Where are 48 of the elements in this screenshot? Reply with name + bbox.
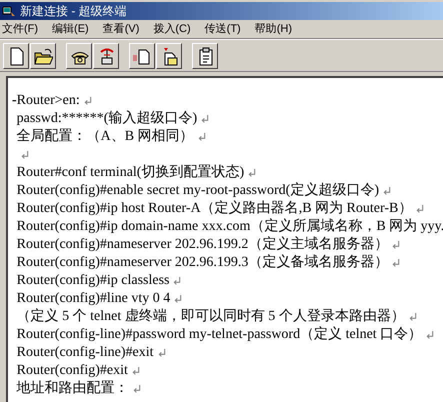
terminal-line: Router(config)#enable secret my-root-password(定义超级口令) <box>16 182 380 200</box>
menu-item[interactable]: 传送(T) <box>204 20 241 38</box>
terminal-line: Router#conf terminal(切换到配置状态) <box>16 164 244 182</box>
menu-item[interactable]: 文件(F) <box>2 20 38 38</box>
telephone-hangup-button[interactable] <box>93 42 119 68</box>
menu-item[interactable]: 查看(V) <box>102 20 140 38</box>
paragraph-mark-icon <box>392 259 400 267</box>
terminal-line: Router(config-line)#password my-telnet-password（定义 telnet 口令） <box>16 326 422 344</box>
telephone-button[interactable] <box>66 42 92 68</box>
paragraph-mark-icon <box>198 133 206 141</box>
terminal-line: （定义 5 个 telnet 虚终端，即可以同时有 5 个人登录本路由器） <box>16 308 405 326</box>
paragraph-mark-icon <box>392 241 400 249</box>
terminal-app-icon <box>2 4 16 18</box>
clipboard-button[interactable] <box>192 42 218 68</box>
receive-file-button[interactable] <box>156 42 182 68</box>
paragraph-mark-icon <box>383 187 392 195</box>
paragraph-mark-icon <box>158 349 166 357</box>
paragraph-mark-icon <box>174 295 182 303</box>
terminal-line: 全局配置：（A、B 网相同） <box>16 128 194 146</box>
open-folder-button[interactable] <box>30 42 56 68</box>
terminal-line: Router(config)#ip host Router-A（定义路由器名,B 网为 Router-B） <box>16 200 412 218</box>
paragraph-mark-icon <box>20 151 29 159</box>
send-file-button[interactable] <box>129 42 155 68</box>
paragraph-mark-icon <box>173 277 182 285</box>
terminal-line: Router(config)#exit <box>16 362 128 380</box>
terminal-line: Router(config)#ip classless <box>16 272 170 290</box>
terminal-line: 地址和路由配置： <box>16 380 129 398</box>
menu-item[interactable]: 编辑(E) <box>52 20 89 38</box>
terminal-line: Router(config)#nameserver 202.96.199.3（定义备域名服务器） <box>16 254 388 272</box>
terminal-line: Router>en: <box>16 92 80 110</box>
new-document-button[interactable] <box>3 42 29 68</box>
paragraph-mark-icon <box>416 205 424 213</box>
terminal-line: Router(config)#line vty 0 4 <box>16 290 170 308</box>
terminal-line: Router(config)#nameserver 202.96.199.2（定义主域名服务器） <box>16 236 388 254</box>
paragraph-mark-icon <box>248 169 256 177</box>
terminal-cursor: - <box>12 92 17 110</box>
paragraph-mark-icon <box>132 385 141 393</box>
paragraph-mark-icon <box>201 115 210 123</box>
terminal-line: Router(config)#ip domain-name xxx.com（定义所属域名称，B 网为 yyy. <box>16 218 443 236</box>
paragraph-mark-icon <box>408 313 417 321</box>
terminal-line: Router(config-line)#exit <box>16 344 154 362</box>
menu-item[interactable]: 帮助(H) <box>254 20 292 38</box>
terminal-line: passwd:******(输入超级口令) <box>16 110 198 128</box>
paragraph-mark-icon <box>132 367 140 375</box>
window-title: 新建连接 - 超级终端 <box>20 5 127 17</box>
paragraph-mark-icon <box>84 97 92 105</box>
menu-item[interactable]: 拨入(C) <box>153 20 191 38</box>
paragraph-mark-icon <box>426 331 434 339</box>
